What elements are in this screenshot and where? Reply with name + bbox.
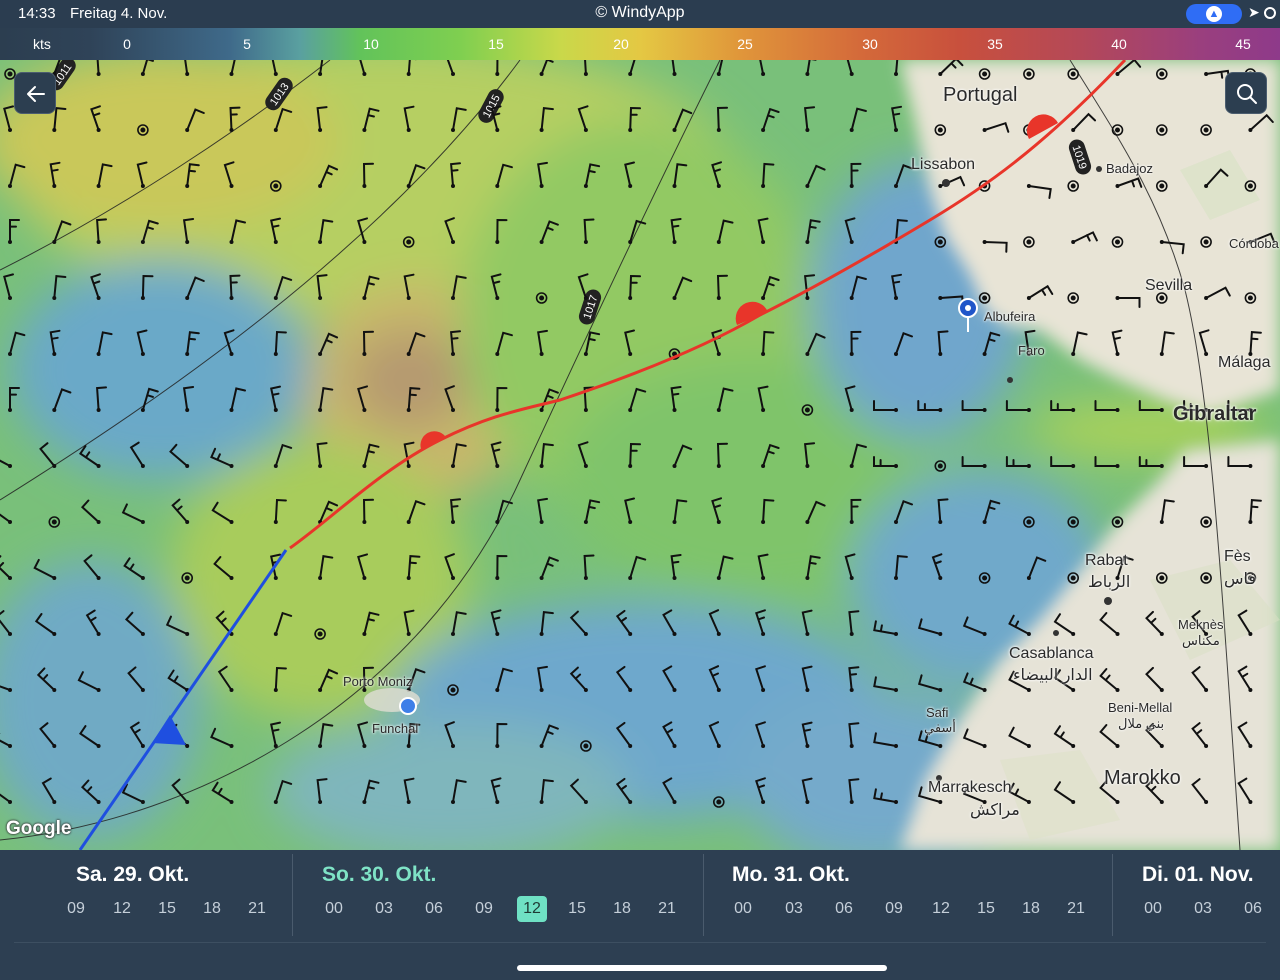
hour-option[interactable]: 00 (1138, 896, 1168, 922)
day-label: Di. 01. Nov. (1142, 863, 1254, 886)
place-label-casablanca-ar: الدار البيضاء (1013, 667, 1093, 684)
windy-app: 14:33 Freitag 4. Nov. © WindyApp ▲ ➤ kts… (0, 0, 1280, 980)
navigation-arrow-icon: ▲ (1206, 6, 1222, 22)
timeline-divider (14, 942, 1266, 943)
status-ring-icon (1264, 7, 1276, 19)
place-label-safi: Safi (926, 705, 949, 720)
place-label-faro: Faro (1018, 343, 1045, 358)
day-group-di-01: Di. 01. Nov. 00 03 06 (0, 850, 1280, 940)
place-label-meknes-ar: مكناس (1182, 633, 1220, 648)
legend-tick: 45 (1235, 36, 1251, 52)
wind-speed-legend: kts 0 5 10 15 20 25 30 35 40 45 (0, 28, 1280, 60)
legend-tick: 10 (363, 36, 379, 52)
place-label-meknes: Meknès (1178, 617, 1224, 632)
place-label-rabat: Rabat (1085, 552, 1128, 569)
my-location-dot (399, 697, 417, 715)
navigation-pill[interactable]: ▲ (1186, 4, 1242, 24)
place-label-fes: Fès (1224, 548, 1251, 565)
place-label-malaga: Málaga (1218, 354, 1271, 371)
place-label-porto-moniz: Porto Moniz (343, 674, 413, 689)
place-label-cordoba: Córdoba (1229, 236, 1279, 251)
place-label-badajoz: Badajoz (1106, 161, 1153, 176)
legend-tick: 15 (488, 36, 504, 52)
legend-tick: 40 (1111, 36, 1127, 52)
app-title: © WindyApp (595, 4, 685, 21)
hour-option[interactable]: 03 (1188, 896, 1218, 922)
place-label-fes-ar: فاس (1224, 571, 1257, 588)
place-label-safi-ar: أسفي (924, 720, 956, 735)
back-arrow-icon (27, 86, 45, 102)
wind-map[interactable]: 1011 1013 1015 1017 1019 Portugal Lissab… (0, 60, 1280, 850)
place-label-sevilla: Sevilla (1145, 277, 1193, 294)
home-indicator[interactable] (517, 965, 887, 971)
place-label-beni-mellal: Beni-Mellal (1108, 700, 1173, 715)
search-icon (1237, 84, 1257, 104)
place-label-albufeira: Albufeira (984, 309, 1036, 324)
legend-tick: 0 (123, 36, 131, 52)
legend-unit: kts (33, 36, 51, 52)
hour-option[interactable]: 06 (1238, 896, 1268, 922)
place-label-gibraltar: Gibraltar (1173, 403, 1257, 425)
place-label-portugal: Portugal (943, 84, 1018, 106)
place-label-casablanca: Casablanca (1009, 645, 1094, 662)
legend-tick: 35 (987, 36, 1003, 52)
legend-tick: 30 (862, 36, 878, 52)
location-arrow-icon: ➤ (1248, 4, 1260, 20)
legend-tick: 25 (737, 36, 753, 52)
place-label-rabat-ar: الرباط (1088, 574, 1131, 591)
place-label-marokko: Marokko (1104, 767, 1181, 789)
google-attribution: Google (6, 818, 72, 839)
legend-tick: 20 (613, 36, 629, 52)
status-bar: 14:33 Freitag 4. Nov. © WindyApp ▲ ➤ (0, 0, 1280, 28)
back-button[interactable] (14, 72, 56, 114)
legend-tick: 5 (243, 36, 251, 52)
map-canvas: 1011 1013 1015 1017 1019 (0, 60, 1280, 850)
place-label-marrakesch: Marrakesch (928, 779, 1012, 796)
search-button[interactable] (1225, 72, 1267, 114)
place-label-beni-mellal-ar: بني ملال (1118, 716, 1165, 731)
place-label-lissabon: Lissabon (911, 156, 976, 173)
place-label-marrakesch-ar: مراكش (970, 802, 1020, 819)
place-label-funchal: Funchal (372, 721, 419, 736)
time-selector: Sa. 29. Okt. 09 12 15 18 21 So. 30. Okt.… (0, 850, 1280, 980)
